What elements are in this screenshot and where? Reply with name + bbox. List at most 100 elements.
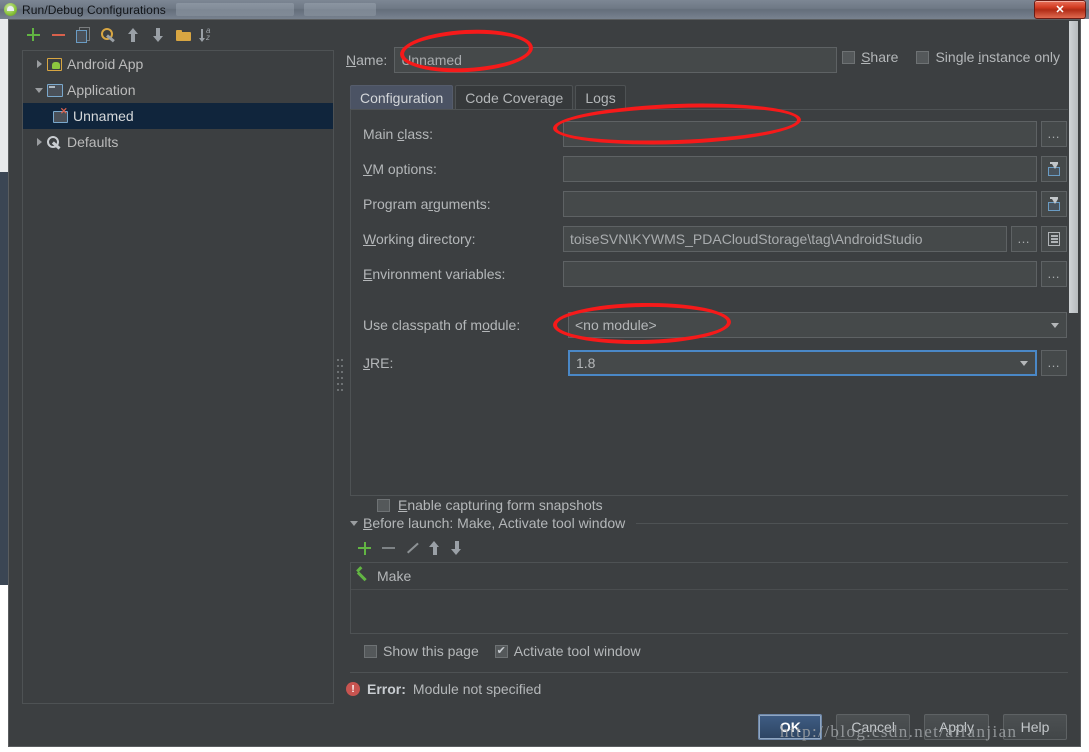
error-prefix: Error: (367, 681, 406, 697)
vm-options-expand-button[interactable] (1041, 156, 1067, 182)
scrollbar-thumb[interactable] (1069, 21, 1078, 313)
expander-icon[interactable] (31, 138, 47, 146)
before-launch-options: Show this page Activate tool window (364, 643, 641, 659)
working-directory-browse-button[interactable]: … (1011, 226, 1037, 252)
program-arguments-input[interactable] (563, 191, 1037, 217)
tree-item-label: Android App (67, 56, 144, 72)
configurations-tree[interactable]: Android App Application Unnamed Defaults (22, 50, 334, 704)
program-arguments-label: Program arguments: (363, 196, 491, 212)
main-class-input[interactable] (563, 121, 1037, 147)
dots-icon: … (1047, 355, 1061, 370)
arrow-down-icon (451, 541, 462, 555)
working-directory-history-button[interactable] (1041, 226, 1067, 252)
tab-code-coverage[interactable]: Code Coverage (455, 85, 574, 110)
module-classpath-combobox[interactable]: <no module> (568, 312, 1067, 338)
wrench-icon (100, 27, 116, 42)
defaults-icon (47, 135, 64, 149)
application-icon (47, 83, 64, 97)
watermark: http://blog.csdn.net/aifanjian (780, 722, 1018, 741)
share-checkbox-row[interactable]: Share (842, 49, 898, 65)
vm-options-input[interactable] (563, 156, 1037, 182)
screenshot-root: Run/Debug Configurations ✕ az Android Ap… (0, 0, 1089, 752)
remove-task-button[interactable] (382, 547, 395, 549)
activate-tool-window-row[interactable]: Activate tool window (494, 643, 641, 659)
before-launch-task-list[interactable]: Make (350, 562, 1070, 634)
module-classpath-value: <no module> (575, 317, 657, 333)
dots-icon: … (1047, 126, 1061, 141)
jre-combobox[interactable]: 1.8 (568, 350, 1037, 376)
add-task-button[interactable] (358, 541, 371, 555)
form-snapshots-row[interactable]: Enable capturing form snapshots (377, 497, 603, 513)
configuration-editor-panel: Name: Unnamed Share Single instance only… (346, 21, 1070, 711)
list-icon (1048, 232, 1060, 246)
tree-item-unnamed[interactable]: Unnamed (23, 103, 333, 129)
share-checkbox[interactable] (842, 50, 856, 64)
tab-configuration[interactable]: Configuration (350, 85, 454, 110)
background-window-tab-2 (303, 3, 376, 16)
before-launch-toolbar (358, 541, 462, 555)
single-instance-checkbox[interactable] (916, 50, 930, 64)
task-move-down-button[interactable] (451, 541, 462, 555)
tab-logs[interactable]: Logs (575, 85, 626, 110)
tree-item-application[interactable]: Application (23, 77, 333, 103)
pencil-icon (406, 542, 418, 554)
plus-icon (26, 28, 40, 41)
expand-icon (1047, 197, 1061, 211)
environment-variables-row: Environment variables: … (363, 261, 1067, 287)
remove-configuration-button[interactable] (47, 24, 69, 46)
before-launch-header[interactable]: Before launch: Make, Activate tool windo… (350, 515, 1070, 531)
environment-variables-input[interactable] (563, 261, 1037, 287)
expander-icon[interactable] (31, 60, 47, 68)
working-directory-input[interactable]: toiseSVN\KYWMS_PDACloudStorage\tag\Andro… (563, 226, 1007, 252)
tree-item-android-app[interactable]: Android App (23, 51, 333, 77)
arrow-down-icon (152, 27, 164, 42)
vm-options-row: VM options: (363, 156, 1067, 182)
chevron-down-icon[interactable] (1044, 313, 1066, 337)
move-down-button[interactable] (147, 24, 169, 46)
move-up-button[interactable] (122, 24, 144, 46)
dialog-scrollbar[interactable] (1068, 21, 1079, 711)
add-configuration-button[interactable] (22, 24, 44, 46)
edit-defaults-button[interactable] (97, 24, 119, 46)
hammer-icon (357, 569, 371, 583)
expander-icon[interactable] (31, 87, 47, 93)
show-this-page-checkbox[interactable] (364, 644, 377, 658)
sort-alpha-icon: az (199, 26, 215, 42)
chevron-down-icon[interactable] (1013, 352, 1035, 374)
main-class-browse-button[interactable]: … (1041, 121, 1067, 147)
module-classpath-row: Use classpath of module: <no module> (363, 312, 1067, 338)
error-message-row: ! Error: Module not specified (346, 681, 541, 697)
jre-row: JRE: 1.8 … (363, 350, 1067, 376)
form-snapshots-checkbox[interactable] (377, 498, 390, 512)
edit-task-button[interactable] (406, 542, 418, 554)
tree-item-label: Defaults (67, 134, 119, 150)
environment-variables-browse-button[interactable]: … (1041, 261, 1067, 287)
plus-icon (358, 541, 371, 555)
single-instance-checkbox-row[interactable]: Single instance only (916, 49, 1060, 65)
show-this-page-row[interactable]: Show this page (364, 643, 479, 659)
tree-item-defaults[interactable]: Defaults (23, 129, 333, 155)
sort-configurations-button[interactable]: az (197, 24, 219, 46)
dots-icon: … (1047, 266, 1061, 281)
create-folder-button[interactable] (172, 24, 194, 46)
show-this-page-label: Show this page (383, 643, 479, 659)
task-move-up-button[interactable] (429, 541, 440, 555)
arrow-up-icon (429, 541, 440, 555)
minus-icon (382, 547, 395, 549)
panel-splitter[interactable] (335, 21, 345, 711)
collapse-icon[interactable] (350, 520, 358, 526)
jre-browse-button[interactable]: … (1041, 350, 1067, 376)
close-icon[interactable]: ✕ (1034, 0, 1086, 19)
configuration-tabs: Configuration Code Coverage Logs (350, 84, 1070, 110)
copy-configuration-button[interactable] (72, 24, 94, 46)
name-input[interactable]: Unnamed (394, 47, 838, 73)
task-list-item[interactable]: Make (351, 563, 1069, 590)
window-title: Run/Debug Configurations (22, 2, 166, 17)
splitter-grip[interactable] (337, 359, 343, 397)
activate-tool-window-checkbox[interactable] (494, 644, 508, 658)
minus-icon (51, 33, 65, 36)
program-arguments-expand-button[interactable] (1041, 191, 1067, 217)
tree-item-label: Unnamed (73, 108, 134, 124)
jre-value: 1.8 (576, 355, 596, 371)
activate-tool-window-label: Activate tool window (513, 643, 641, 659)
